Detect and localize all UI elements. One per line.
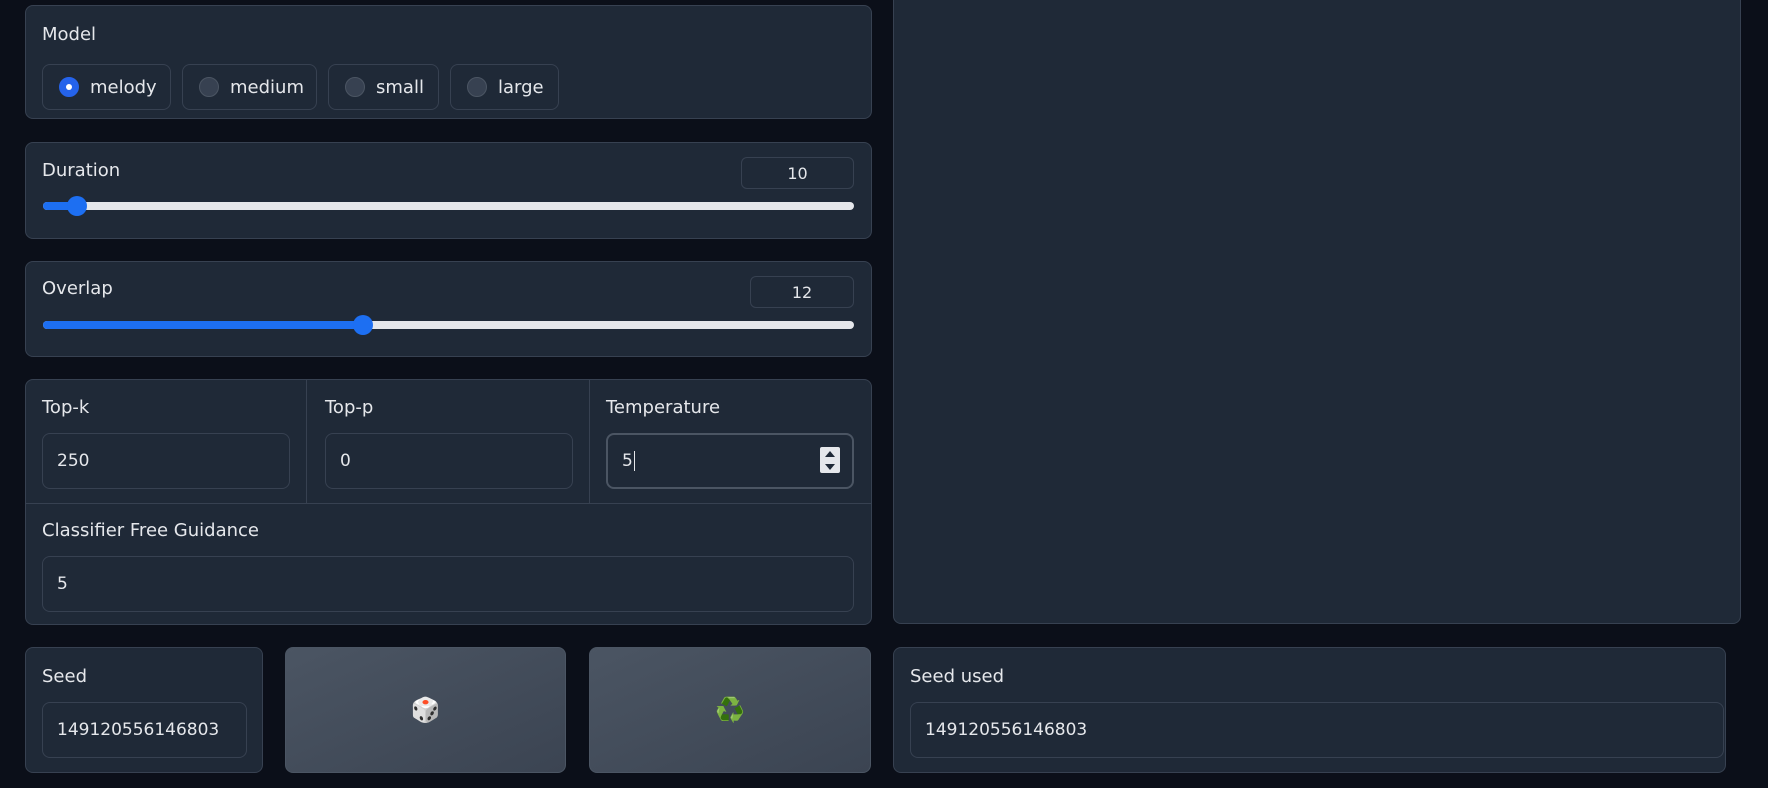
output-panel: [893, 0, 1741, 624]
radio-icon: [345, 77, 365, 97]
model-option-label: large: [498, 76, 544, 98]
temperature-input[interactable]: 5: [606, 433, 854, 489]
topk-label: Top-k: [42, 397, 90, 418]
seed-used-output: 149120556146803: [910, 702, 1724, 758]
generation-params-panel: Top-k 250 Top-p 0 Temperature 5 Classifi…: [25, 379, 872, 625]
seed-used-label: Seed used: [910, 666, 1005, 687]
model-option-large[interactable]: large: [450, 64, 559, 110]
cfg-input[interactable]: 5: [42, 556, 854, 612]
overlap-panel: Overlap 12: [25, 261, 872, 357]
overlap-slider-fill: [43, 321, 363, 329]
radio-selected-icon: [59, 77, 79, 97]
model-option-label: small: [376, 76, 424, 98]
topp-label: Top-p: [325, 397, 374, 418]
model-option-small[interactable]: small: [328, 64, 439, 110]
overlap-number-input[interactable]: 12: [750, 276, 854, 308]
duration-slider-thumb[interactable]: [67, 196, 88, 216]
duration-label: Duration: [42, 160, 121, 181]
radio-icon: [199, 77, 219, 97]
model-option-label: medium: [230, 76, 304, 98]
radio-icon: [467, 77, 487, 97]
overlap-label: Overlap: [42, 278, 113, 299]
model-option-label: melody: [90, 76, 157, 98]
divider: [306, 380, 307, 503]
random-seed-button[interactable]: 🎲: [285, 647, 566, 773]
topp-input[interactable]: 0: [325, 433, 573, 489]
model-option-medium[interactable]: medium: [182, 64, 317, 110]
temperature-label: Temperature: [606, 397, 721, 418]
model-panel: Model melody medium small large: [25, 5, 872, 119]
reuse-seed-button[interactable]: ♻️: [589, 647, 871, 773]
seed-input[interactable]: 149120556146803: [42, 702, 247, 758]
divider: [589, 380, 590, 503]
divider: [26, 503, 871, 504]
model-label: Model: [42, 24, 97, 45]
seed-used-panel: Seed used 149120556146803: [893, 647, 1726, 773]
duration-slider[interactable]: [43, 196, 854, 216]
temperature-spinner[interactable]: [820, 447, 840, 473]
overlap-slider[interactable]: [43, 315, 854, 335]
temperature-value: 5: [622, 451, 633, 471]
seed-label: Seed: [42, 666, 87, 687]
overlap-slider-thumb[interactable]: [352, 315, 373, 335]
duration-number-input[interactable]: 10: [741, 157, 854, 189]
duration-panel: Duration 10: [25, 142, 872, 239]
recycle-icon: ♻️: [715, 696, 745, 724]
topk-input[interactable]: 250: [42, 433, 290, 489]
cfg-label: Classifier Free Guidance: [42, 520, 260, 541]
text-cursor: [633, 451, 635, 471]
spinner-up-icon[interactable]: [825, 450, 835, 457]
dice-icon: 🎲: [410, 696, 441, 724]
spinner-down-icon[interactable]: [825, 463, 835, 470]
model-option-melody[interactable]: melody: [42, 64, 171, 110]
seed-panel: Seed 149120556146803: [25, 647, 263, 773]
